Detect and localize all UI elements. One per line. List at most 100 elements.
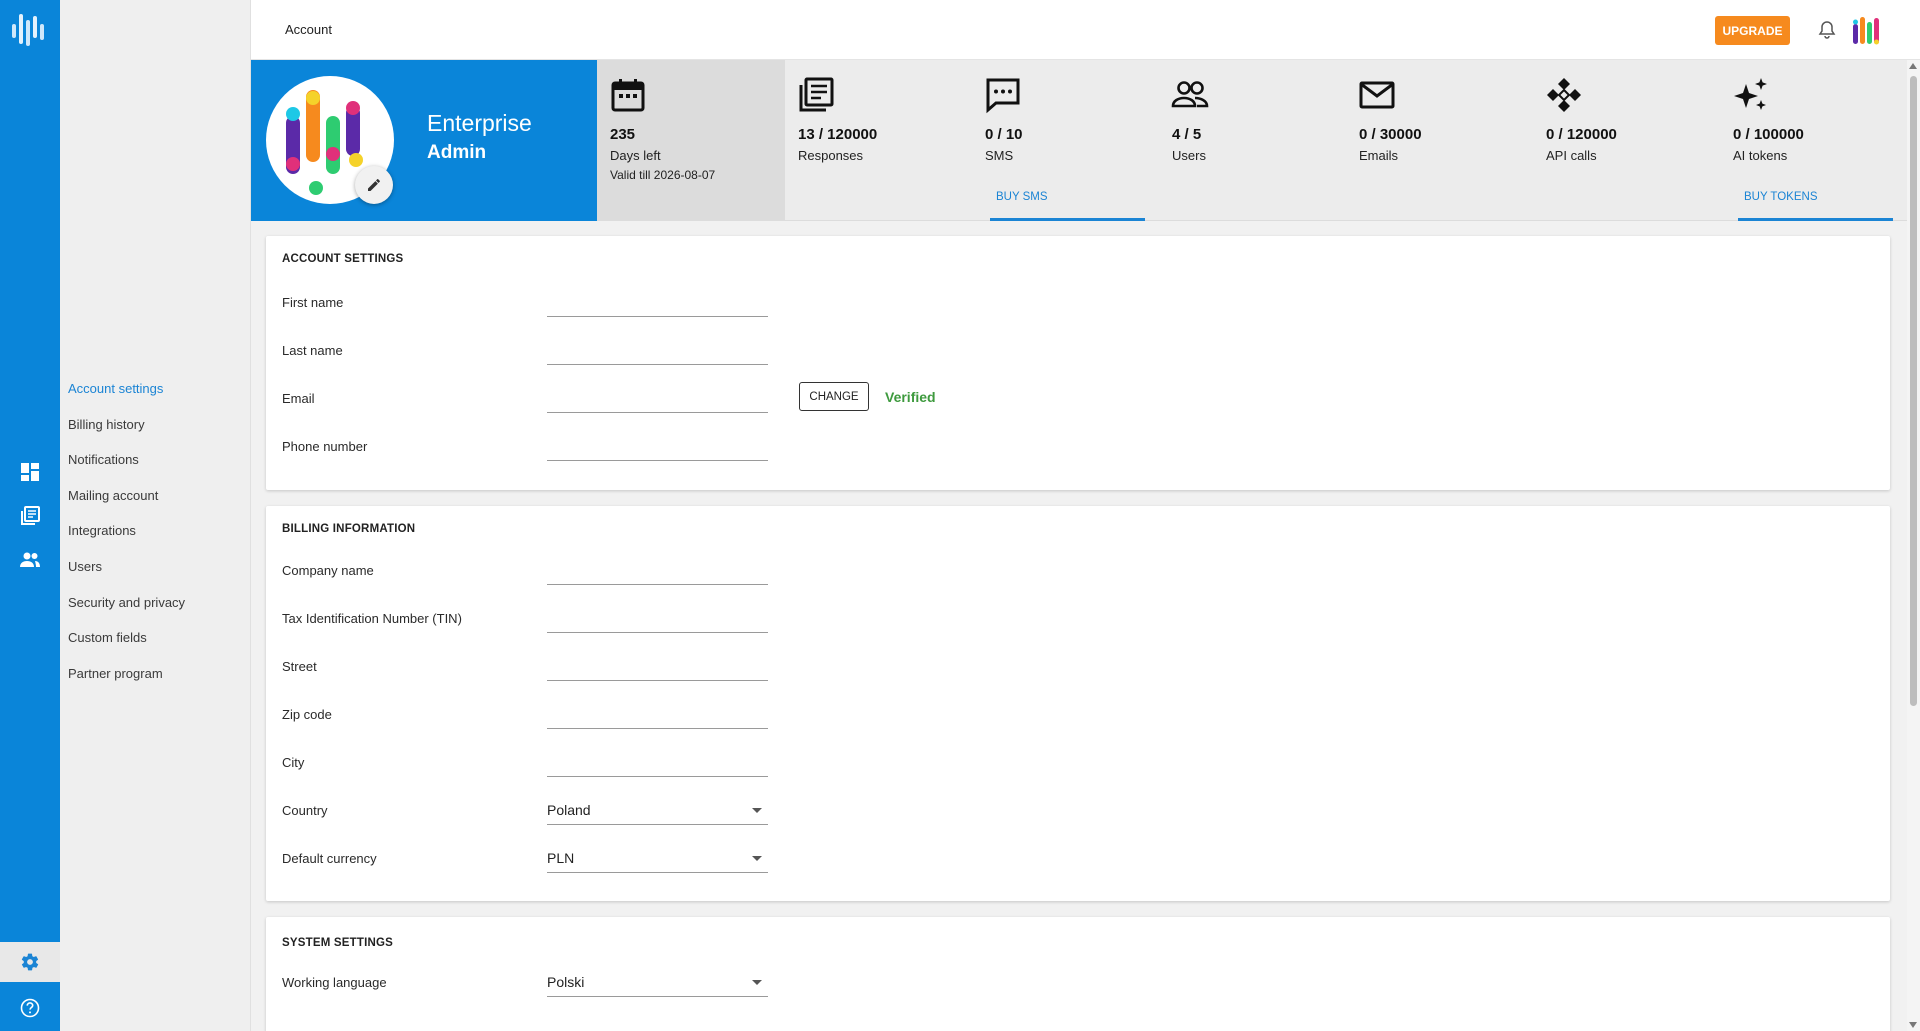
country-label: Country [282, 803, 328, 818]
submenu-item-integrations[interactable]: Integrations [60, 520, 250, 556]
stats-band: Enterprise Admin 235 Days left Valid til… [251, 60, 1920, 221]
submenu-item-notifications[interactable]: Notifications [60, 449, 250, 485]
pencil-icon [368, 179, 380, 191]
surveys-icon[interactable] [18, 504, 42, 528]
responses-value: 13 / 120000 [798, 126, 878, 143]
bell-icon[interactable] [1816, 19, 1838, 41]
ai-tokens-label: AI tokens [1733, 148, 1788, 163]
submenu-item-billing-history[interactable]: Billing history [60, 414, 250, 450]
email-row: Email CHANGE Verified [282, 382, 1082, 413]
company-row: Company name [282, 555, 1082, 585]
upgrade-button[interactable]: UPGRADE [1715, 16, 1790, 45]
last-name-label: Last name [282, 343, 343, 358]
api-stat: 0 / 120000 API calls [1533, 60, 1720, 221]
users-icon[interactable] [18, 548, 42, 572]
email-input[interactable] [547, 383, 768, 413]
zip-input[interactable] [547, 699, 768, 729]
buy-sms-button[interactable]: BUY SMS [990, 191, 1145, 221]
responses-label: Responses [798, 148, 864, 163]
emails-label: Emails [1359, 148, 1399, 163]
last-name-row: Last name [282, 335, 1082, 365]
emails-stat: 0 / 30000 Emails [1346, 60, 1533, 221]
vertical-scrollbar[interactable] [1907, 60, 1920, 1031]
submenu-item-security-and-privacy[interactable]: Security and privacy [60, 592, 250, 628]
first-name-label: First name [282, 295, 344, 310]
system-settings-panel: SYSTEM SETTINGS Working language Polski [266, 917, 1890, 1031]
email-verified-status: Verified [885, 389, 936, 405]
language-select[interactable]: Polski [547, 967, 768, 997]
users-icon [1171, 81, 1209, 108]
city-input[interactable] [547, 747, 768, 777]
scroll-down-arrow-icon[interactable] [1909, 1022, 1917, 1028]
country-value: Poland [547, 802, 591, 818]
submenu-item-custom-fields[interactable]: Custom fields [60, 627, 250, 663]
sms-value: 0 / 10 [985, 126, 1023, 143]
page-title: Account [285, 22, 332, 37]
first-name-input[interactable] [547, 287, 768, 317]
emails-value: 0 / 30000 [1359, 126, 1422, 143]
api-icon [1547, 78, 1581, 112]
ai-tokens-stat: 0 / 100000 AI tokens BUY TOKENS [1720, 60, 1907, 221]
scroll-up-arrow-icon[interactable] [1909, 63, 1917, 69]
help-icon[interactable] [0, 985, 60, 1031]
submenu-item-mailing-account[interactable]: Mailing account [60, 485, 250, 521]
api-label: API calls [1546, 148, 1597, 163]
street-row: Street [282, 651, 1082, 681]
users-stat: 4 / 5 Users [1159, 60, 1346, 221]
zip-label: Zip code [282, 707, 332, 722]
app-logo-icon[interactable] [1851, 14, 1883, 48]
account-settings-heading: ACCOUNT SETTINGS [282, 253, 404, 265]
billing-heading: BILLING INFORMATION [282, 523, 416, 535]
currency-label: Default currency [282, 851, 377, 866]
tin-input[interactable] [547, 603, 768, 633]
ai-tokens-value: 0 / 100000 [1733, 126, 1804, 143]
top-bar: Account UPGRADE [251, 0, 1920, 60]
settings-icon[interactable] [0, 942, 60, 982]
sms-label: SMS [985, 148, 1014, 163]
days-left-value: 235 [610, 126, 636, 143]
edit-avatar-button[interactable] [355, 166, 393, 204]
zip-row: Zip code [282, 699, 1082, 729]
submenu-item-partner-program[interactable]: Partner program [60, 663, 250, 699]
buy-tokens-button[interactable]: BUY TOKENS [1738, 191, 1893, 221]
dashboard-icon[interactable] [18, 460, 42, 484]
users-label: Users [1172, 148, 1206, 163]
currency-row: Default currency PLN [282, 843, 1082, 873]
chevron-down-icon [752, 980, 762, 985]
sms-icon [986, 78, 1020, 114]
settings-submenu: Account settings Billing history Notificat… [60, 0, 251, 1031]
phone-input[interactable] [547, 431, 768, 461]
sms-stat: 0 / 10 SMS BUY SMS [972, 60, 1159, 221]
phone-row: Phone number [282, 431, 1082, 461]
tin-row: Tax Identification Number (TIN) [282, 603, 1082, 633]
language-value: Polski [547, 974, 585, 990]
app-logo-icon[interactable] [10, 8, 50, 52]
street-input[interactable] [547, 651, 768, 681]
days-left-card: 235 Days left Valid till 2026-08-07 [597, 60, 785, 221]
scrollbar-thumb[interactable] [1910, 76, 1917, 706]
change-email-button[interactable]: CHANGE [799, 382, 869, 411]
billing-information-panel: BILLING INFORMATION Company name Tax Ide… [266, 506, 1890, 901]
company-label: Company name [282, 563, 374, 578]
submenu-item-users[interactable]: Users [60, 556, 250, 592]
responses-stat: 13 / 120000 Responses [785, 60, 972, 221]
chevron-down-icon [752, 808, 762, 813]
company-input[interactable] [547, 555, 768, 585]
first-name-row: First name [282, 287, 1082, 317]
currency-value: PLN [547, 850, 575, 866]
submenu-item-account-settings[interactable]: Account settings [60, 378, 250, 414]
last-name-input[interactable] [547, 335, 768, 365]
plan-name: Enterprise [427, 110, 532, 136]
currency-select[interactable]: PLN [547, 843, 768, 873]
city-row: City [282, 747, 1082, 777]
account-settings-panel: ACCOUNT SETTINGS First name Last name Em… [266, 236, 1890, 490]
days-left-label: Days left [610, 148, 661, 163]
phone-label: Phone number [282, 439, 368, 454]
language-row: Working language Polski [282, 967, 1082, 997]
calendar-icon [611, 79, 645, 112]
mail-icon [1359, 81, 1395, 109]
plan-role: Admin [427, 142, 487, 163]
chevron-down-icon [752, 856, 762, 861]
language-label: Working language [282, 975, 387, 990]
country-select[interactable]: Poland [547, 795, 768, 825]
